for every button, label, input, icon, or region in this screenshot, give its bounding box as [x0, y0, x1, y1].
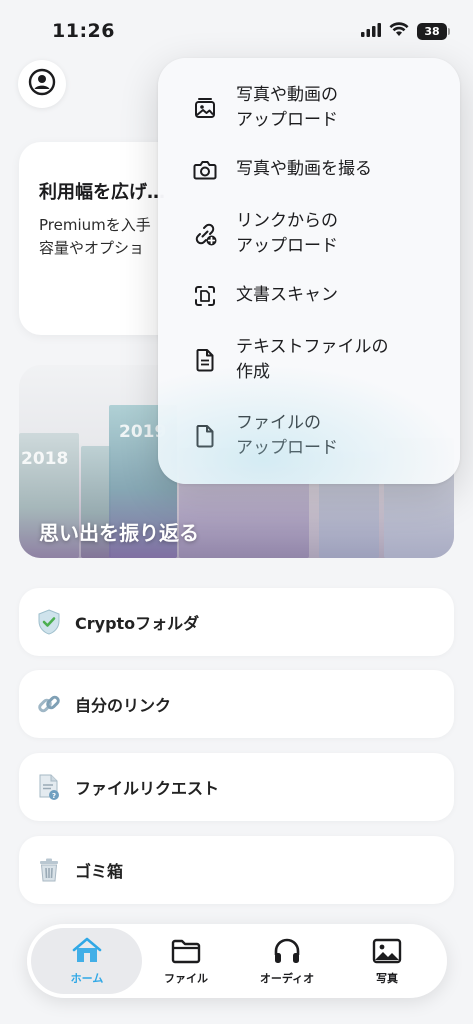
tab-label: ファイル: [164, 972, 208, 985]
list-item-my-links[interactable]: 自分のリンク: [19, 670, 454, 738]
menu-item-upload-file[interactable]: ファイルの アップロード: [158, 408, 460, 464]
tab-label: ホーム: [70, 972, 104, 985]
shield-check-icon: [35, 608, 63, 636]
menu-label-line-2: 作成: [236, 362, 270, 382]
menu-item-upload-from-link[interactable]: リンクからの アップロード: [158, 206, 460, 262]
menu-label-line-1: 写真や動画の: [236, 85, 338, 105]
tab-home[interactable]: ホーム: [37, 924, 137, 998]
menu-label-line-1: ファイルの: [236, 413, 321, 433]
memories-title: 思い出を振り返る: [39, 521, 199, 545]
list-item-trash[interactable]: ゴミ箱: [19, 836, 454, 904]
account-button[interactable]: [18, 60, 66, 108]
list-item-label: ファイルリクエスト: [75, 779, 220, 798]
menu-item-label: 文書スキャン: [236, 285, 338, 305]
file-upload-icon: [192, 423, 218, 449]
menu-item-label: テキストファイルの 作成: [236, 335, 389, 385]
svg-text:?: ?: [52, 792, 56, 800]
link-add-icon: [192, 221, 218, 247]
menu-item-create-text-file[interactable]: テキストファイルの 作成: [158, 332, 460, 388]
add-content-menu: 写真や動画の アップロード 写真や動画を撮る リンクからの アップロード 文書ス…: [158, 58, 460, 484]
image-icon: [372, 936, 402, 966]
memories-year-2018: 2018: [21, 449, 69, 469]
file-request-icon: ?: [35, 773, 63, 801]
wifi-icon: [389, 22, 409, 41]
menu-label-line-2: アップロード: [236, 110, 338, 130]
promo-line-2: 容量やオプショ: [39, 239, 145, 257]
folder-icon: [171, 936, 201, 966]
scan-document-icon: [192, 283, 218, 309]
menu-item-label: 写真や動画の アップロード: [236, 83, 338, 133]
menu-item-label: 写真や動画を撮る: [236, 159, 372, 179]
headphones-icon: [272, 936, 302, 966]
list-item-label: ゴミ箱: [75, 862, 124, 881]
menu-label-line-2: アップロード: [236, 438, 338, 458]
text-file-icon: [192, 347, 218, 373]
promo-description: Premiumを入手 容量やオプショ: [39, 214, 151, 260]
menu-label-line-2: アップロード: [236, 236, 338, 256]
status-time: 11:26: [52, 20, 115, 42]
user-avatar-icon: [28, 68, 56, 100]
menu-item-scan-document[interactable]: 文書スキャン: [158, 280, 460, 312]
menu-item-label: ファイルの アップロード: [236, 411, 338, 461]
menu-item-label: リンクからの アップロード: [236, 209, 338, 259]
chain-link-icon: [35, 690, 63, 718]
status-icons: 38: [361, 22, 450, 41]
trash-icon: [35, 856, 63, 884]
photo-upload-icon: [192, 95, 218, 121]
promo-line-1: Premiumを入手: [39, 216, 151, 234]
camera-icon: [192, 157, 218, 183]
menu-item-upload-photos-videos[interactable]: 写真や動画の アップロード: [158, 80, 460, 136]
promo-title: 利用幅を広げ…: [39, 182, 165, 203]
tab-audio[interactable]: オーディオ: [237, 924, 337, 998]
battery-icon: 38: [417, 23, 450, 40]
list-item-file-request[interactable]: ? ファイルリクエスト: [19, 753, 454, 821]
tab-label: 写真: [376, 972, 398, 985]
bottom-tab-bar: ホーム ファイル オーディオ 写真: [27, 924, 447, 998]
list-item-label: 自分のリンク: [75, 696, 172, 715]
tab-photos[interactable]: 写真: [337, 924, 437, 998]
signal-icon: [361, 22, 381, 41]
menu-item-take-photo-video[interactable]: 写真や動画を撮る: [158, 154, 460, 186]
tab-files[interactable]: ファイル: [136, 924, 236, 998]
menu-label-line-1: テキストファイルの: [236, 337, 389, 357]
list-item-crypto-folder[interactable]: Cryptoフォルダ: [19, 588, 454, 656]
menu-label-line-1: リンクからの: [236, 211, 338, 231]
home-icon: [71, 936, 103, 966]
tab-label: オーディオ: [259, 972, 315, 985]
list-item-label: Cryptoフォルダ: [75, 614, 200, 633]
